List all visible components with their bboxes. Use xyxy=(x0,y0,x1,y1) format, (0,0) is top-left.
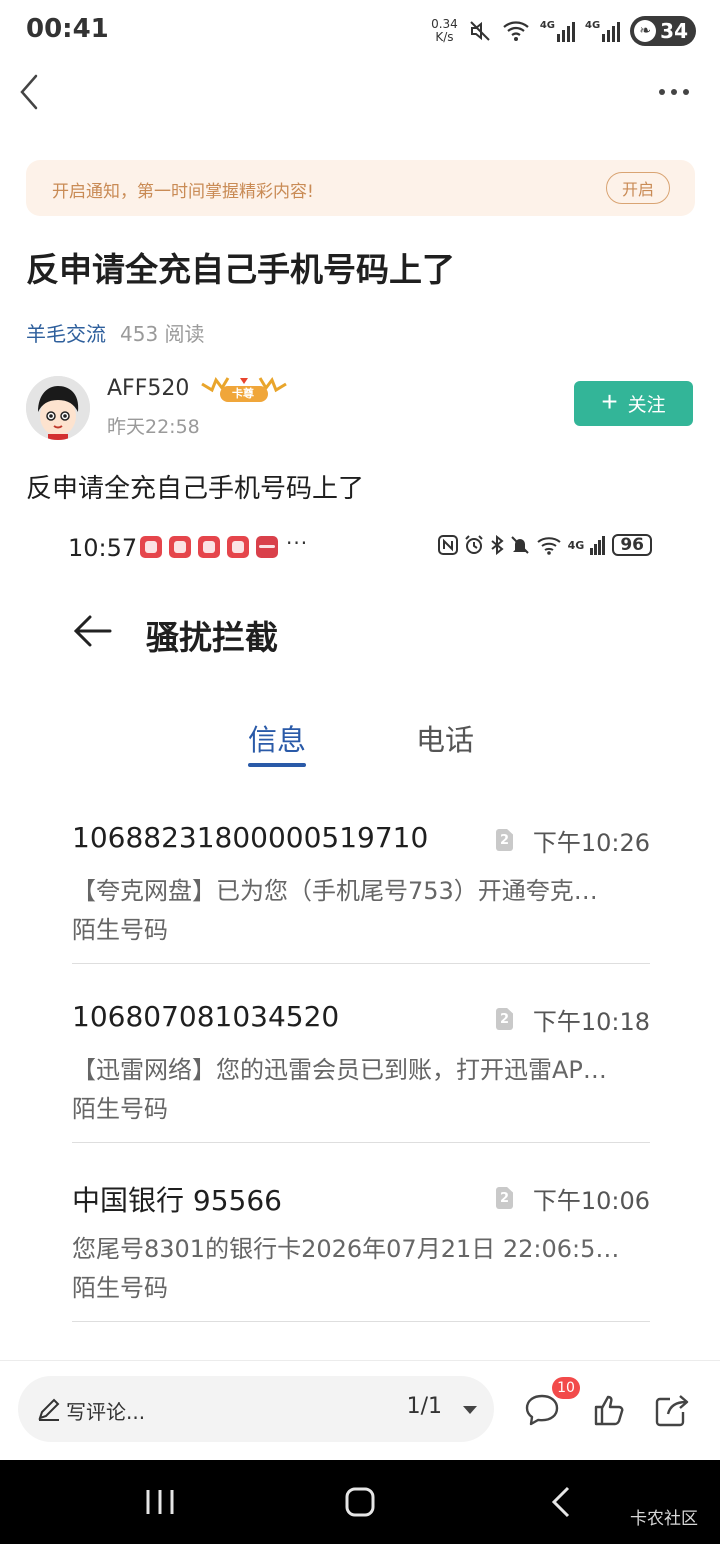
inner-battery: 96 xyxy=(612,534,652,556)
network-label-2: 4G xyxy=(584,20,601,31)
alarm-icon xyxy=(464,535,483,554)
notification-banner: 开启通知，第一时间掌握精彩内容! 开启 xyxy=(26,160,695,216)
chevron-left-icon xyxy=(20,74,38,110)
avatar-image xyxy=(26,376,90,440)
more-notifications-dots: ··· xyxy=(286,531,309,555)
message-preview: 【夸克网盘】已为您（手机尾号753）开通夸克… xyxy=(72,877,598,905)
message-time: 下午10:26 xyxy=(532,829,650,857)
notification-text: 开启通知，第一时间掌握精彩内容! xyxy=(52,182,314,202)
back-button[interactable] xyxy=(14,72,54,112)
caret-down-icon[interactable] xyxy=(458,1398,482,1420)
author-name[interactable]: AFF520 xyxy=(107,376,189,401)
post-time: 昨天22:58 xyxy=(107,416,200,438)
tab-messages[interactable]: 信息 xyxy=(248,717,306,759)
signal-1: 4G xyxy=(540,20,575,42)
wifi-icon xyxy=(537,537,561,555)
mute-icon xyxy=(470,21,490,41)
comment-bar: 写评论... 1/1 10 xyxy=(0,1360,720,1460)
vip-badge: 卡尊 xyxy=(200,376,288,404)
list-item[interactable]: 106807081034520 2 下午10:18 【迅雷网络】您的迅雷会员已到… xyxy=(72,1000,650,1180)
inner-status-time: 10:57 xyxy=(68,534,138,562)
message-time: 下午10:06 xyxy=(532,1187,650,1215)
signal-bars-icon xyxy=(590,536,606,555)
inner-back-button[interactable] xyxy=(70,611,116,651)
badge-label: 卡尊 xyxy=(232,387,254,400)
message-tag: 陌生号码 xyxy=(72,1274,168,1302)
embedded-screenshot[interactable]: 10:57 ··· 4G 96 骚扰拦截 信息 电话 1068823180000… xyxy=(0,515,720,1360)
comment-input[interactable]: 写评论... 1/1 xyxy=(18,1376,494,1442)
signal-bars-icon xyxy=(602,22,621,42)
system-navigation-bar: 卡农社区 xyxy=(0,1460,720,1544)
thumbs-up-icon[interactable] xyxy=(593,1393,627,1427)
sim-card-icon: 2 xyxy=(496,829,513,851)
list-item[interactable]: 1068823180000051971​0 2 下午10:26 【夸克网盘】已为… xyxy=(72,821,650,1001)
message-preview: 您尾号8301的银行卡2026年07月21日 22:06:5… xyxy=(72,1235,620,1263)
app-notification-icon xyxy=(169,536,191,558)
sim-card-icon: 2 xyxy=(496,1008,513,1030)
divider xyxy=(72,1142,650,1143)
divider xyxy=(72,1321,650,1322)
network-label-1: 4G xyxy=(539,20,555,31)
inner-notification-icons xyxy=(140,536,278,558)
post-body: 反申请全充自己手机号码上了 xyxy=(26,474,365,504)
author-avatar[interactable] xyxy=(26,376,90,440)
page-indicator[interactable]: 1/1 xyxy=(407,1394,442,1419)
post-meta: 羊毛交流 453 阅读 xyxy=(26,318,205,347)
message-sender: 106807081034520 xyxy=(72,1000,340,1033)
message-tag: 陌生号码 xyxy=(72,916,168,944)
sim-card-icon: 2 xyxy=(496,1187,513,1209)
message-time: 下午10:18 xyxy=(532,1008,650,1036)
active-tab-indicator xyxy=(248,763,306,767)
follow-button[interactable]: + 关注 xyxy=(574,381,693,426)
status-time: 00:41 xyxy=(26,14,109,44)
signal-2: 4G xyxy=(584,20,621,42)
wifi-icon xyxy=(503,21,529,41)
inner-page-title: 骚扰拦截 xyxy=(146,618,278,657)
arrow-left-icon xyxy=(73,615,112,647)
app-notification-icon xyxy=(227,536,249,558)
comment-count-badge: 10 xyxy=(552,1377,580,1399)
inner-network-label: 4G xyxy=(567,538,585,552)
home-icon[interactable] xyxy=(340,1482,380,1522)
status-icons: 0.34 K/s 4G 4G ❧ 34 xyxy=(431,14,696,48)
nfc-icon xyxy=(437,535,458,555)
signal-bars-icon xyxy=(556,22,575,42)
net-speed-unit: K/s xyxy=(435,30,454,44)
follow-label: 关注 xyxy=(627,395,666,416)
inner-status-icons: 4G 96 xyxy=(437,534,652,556)
tab-calls[interactable]: 电话 xyxy=(416,717,474,759)
message-tag: 陌生号码 xyxy=(72,1095,168,1123)
watermark: 卡农社区 xyxy=(630,1509,698,1529)
comment-icon[interactable] xyxy=(524,1393,560,1427)
app-notification-icon xyxy=(198,536,220,558)
list-item[interactable]: 中国银行 95566 2 下午10:06 您尾号8301的银行卡2026年07月… xyxy=(72,1179,650,1359)
huawei-app-icon xyxy=(256,536,278,558)
net-speed: 0.34 K/s xyxy=(431,18,458,44)
message-preview: 【迅雷网络】您的迅雷会员已到账，打开迅雷AP… xyxy=(72,1056,607,1084)
more-button[interactable] xyxy=(656,76,696,108)
post-title: 反申请全充自己手机号码上了 xyxy=(26,250,455,289)
message-sender: 中国银行 95566 xyxy=(72,1184,282,1217)
plus-icon: + xyxy=(601,385,618,417)
read-count: 453 阅读 xyxy=(120,322,205,346)
share-icon[interactable] xyxy=(654,1393,690,1427)
battery-level: 34 xyxy=(660,19,688,43)
mute-icon xyxy=(510,536,529,554)
comment-placeholder: 写评论... xyxy=(66,1400,146,1424)
pencil-icon xyxy=(38,1398,60,1421)
more-dots-icon xyxy=(659,89,689,95)
category-link[interactable]: 羊毛交流 xyxy=(26,322,106,346)
battery-indicator: ❧ 34 xyxy=(630,16,696,46)
message-sender: 1068823180000051971​0 xyxy=(72,821,429,854)
divider xyxy=(72,963,650,964)
status-bar: 00:41 0.34 K/s 4G 4G ❧ 34 xyxy=(0,0,720,64)
back-icon[interactable] xyxy=(544,1482,578,1522)
leaf-icon: ❧ xyxy=(634,20,657,42)
bluetooth-icon xyxy=(491,535,504,555)
recent-apps-icon[interactable] xyxy=(140,1482,180,1522)
app-notification-icon xyxy=(140,536,162,558)
enable-notification-button[interactable]: 开启 xyxy=(606,172,670,204)
